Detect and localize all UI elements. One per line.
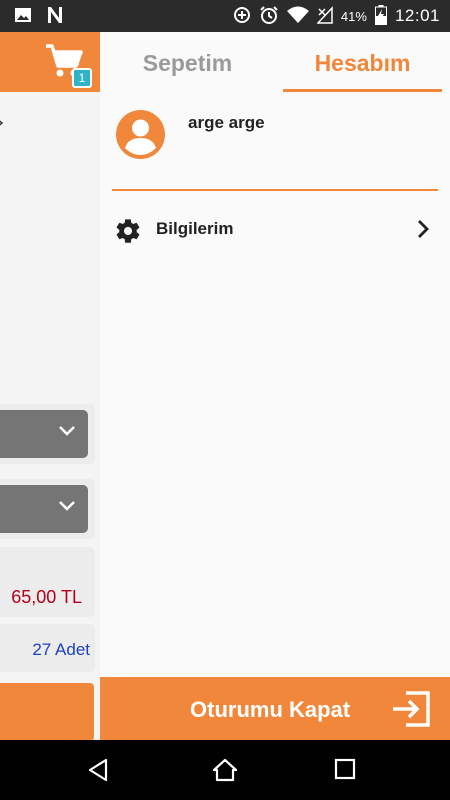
logout-icon [390, 690, 432, 733]
back-icon[interactable] [87, 758, 109, 787]
battery-charging-icon [374, 4, 387, 28]
chevron-down-icon [58, 424, 76, 442]
menu-item-label: Bilgilerim [156, 219, 234, 238]
alarm-icon [259, 5, 279, 28]
logout-button[interactable]: Oturumu Kapat [100, 677, 450, 740]
status-bar: 41% 12:01 [0, 0, 450, 32]
recents-icon[interactable] [334, 758, 356, 785]
tab-hesabim[interactable]: Hesabım [283, 32, 442, 94]
chevron-right-icon [416, 218, 430, 245]
background-app: 1 65,00 TL 27 Adet [0, 32, 100, 741]
chevron-down-icon [58, 499, 76, 517]
background-action-button[interactable] [0, 683, 94, 741]
divider [112, 189, 438, 191]
dropdown[interactable] [0, 485, 88, 533]
stock-text: 27 Adet [32, 640, 90, 659]
logout-label: Oturumu Kapat [190, 697, 351, 722]
avatar [116, 110, 165, 159]
price-text: 65,00 TL [11, 587, 82, 607]
n-icon [46, 6, 64, 29]
cart-badge: 1 [72, 68, 92, 88]
home-icon[interactable] [212, 758, 238, 787]
active-tab-indicator [283, 89, 442, 92]
screen: 41% 12:01 1 65,00 TL 27 Adet Sepetim Hes… [0, 0, 450, 800]
tab-sepetim[interactable]: Sepetim [115, 32, 260, 94]
clock: 12:01 [394, 6, 440, 25]
battery-percent: 41% [340, 8, 367, 24]
gear-icon [114, 217, 142, 250]
close-icon [0, 114, 4, 135]
dropdown[interactable] [0, 410, 88, 458]
user-icon [125, 119, 156, 155]
data-saver-icon [233, 6, 251, 27]
background-header: 1 [0, 32, 100, 92]
menu-item-bilgilerim[interactable]: Bilgilerim [100, 202, 450, 258]
wifi-icon [286, 6, 309, 27]
no-signal-icon [316, 5, 333, 27]
user-name: arge arge [188, 113, 265, 132]
navigation-bar [0, 740, 450, 800]
image-icon [14, 7, 32, 28]
account-drawer: Sepetim Hesabım arge arge Bilgilerim Otu… [100, 32, 450, 740]
cart-button[interactable]: 1 [44, 42, 94, 88]
tab-bar: Sepetim Hesabım [100, 32, 450, 94]
